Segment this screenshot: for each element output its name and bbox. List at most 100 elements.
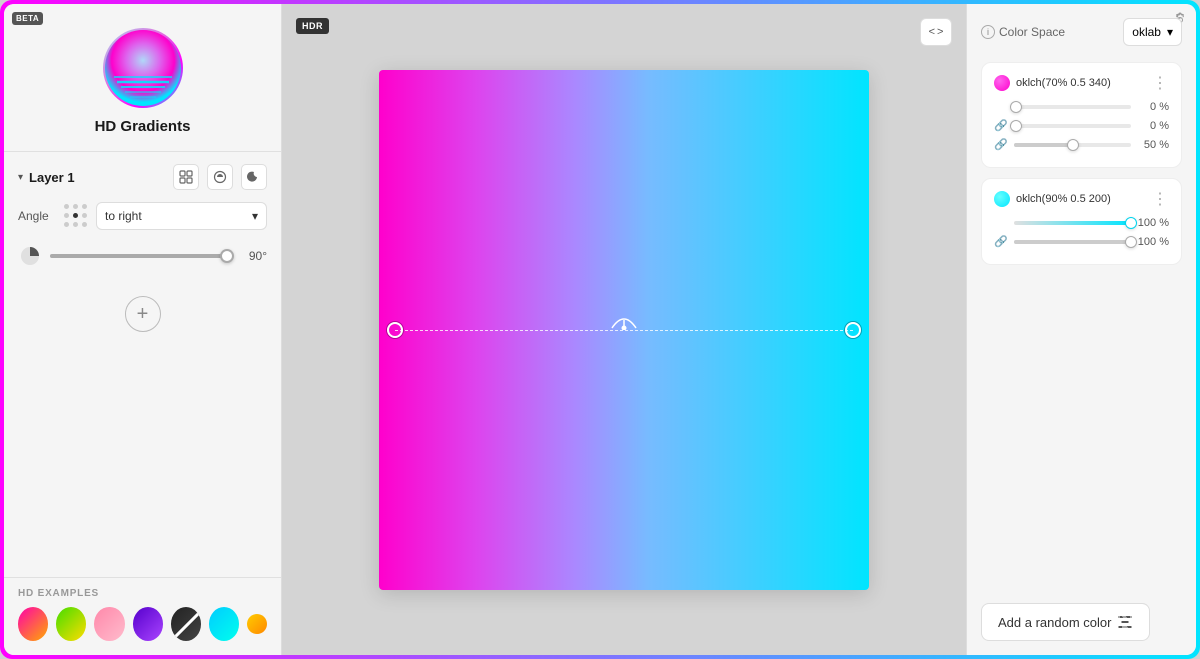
layer-name: Layer 1: [29, 170, 75, 185]
left-panel: BETA: [4, 4, 282, 655]
hd-examples-label: HD EXAMPLES: [18, 588, 267, 599]
logo-section: HD Gradients: [4, 4, 281, 152]
color-dot-2[interactable]: [994, 191, 1010, 207]
color-slider-row-1-3: 🔗 50 %: [994, 138, 1169, 151]
link-icon-1: 🔗: [994, 119, 1008, 132]
circle-icon-btn[interactable]: [207, 164, 233, 190]
color-dot-1[interactable]: [994, 75, 1010, 91]
color-stop-menu-2[interactable]: ⋮: [1152, 189, 1169, 209]
color-slider-1-2[interactable]: [1014, 124, 1131, 128]
layer-title-group: ▾ Layer 1: [18, 170, 75, 185]
hdr-badge: HDR: [296, 18, 329, 34]
color-space-header: i Color Space oklab ▾: [981, 18, 1182, 46]
app-logo: [103, 28, 183, 108]
color-slider-row-2-2: 🔗 100 %: [994, 235, 1169, 248]
color-slider-row-2-1: 100 %: [994, 217, 1169, 229]
layer-collapse-arrow[interactable]: ▾: [18, 172, 23, 183]
add-layer-button[interactable]: +: [125, 296, 161, 332]
info-icon[interactable]: i: [981, 25, 995, 39]
color-space-label: Color Space: [999, 25, 1065, 39]
moon-icon: [247, 170, 261, 184]
color-dot-group-1: oklch(70% 0.5 340): [994, 75, 1111, 91]
main-container: BETA: [4, 4, 1196, 655]
color-slider-2-2[interactable]: [1014, 240, 1131, 244]
color-space-label-group: i Color Space: [981, 25, 1065, 39]
layer-header: ▾ Layer 1: [18, 164, 267, 190]
layer-section: ▾ Layer 1: [4, 152, 281, 577]
app-title: HD Gradients: [95, 118, 191, 135]
right-panel: i Color Space oklab ▾ oklch(70% 0.5 340)…: [966, 4, 1196, 655]
link-icon-2: 🔗: [994, 235, 1008, 248]
center-canvas: HDR < >: [282, 4, 966, 655]
pie-angle-icon: [18, 244, 42, 268]
color-slider-1-1[interactable]: [1014, 105, 1131, 109]
grid-icon: [179, 170, 193, 184]
color-stop-header-2: oklch(90% 0.5 200) ⋮: [994, 189, 1169, 209]
color-space-chevron: ▾: [1167, 25, 1173, 39]
dot-tc: [73, 204, 78, 209]
dot-bc: [73, 222, 78, 227]
moon-icon-btn[interactable]: [241, 164, 267, 190]
angle-slider-row: 90°: [18, 244, 267, 268]
diagonal-example-icon: [171, 607, 201, 641]
add-button-row: +: [18, 280, 267, 348]
example-circle-5[interactable]: [171, 607, 201, 641]
color-slider-1-3[interactable]: [1014, 143, 1131, 147]
direction-value: to right: [105, 209, 142, 223]
nav-toggle-button[interactable]: < >: [920, 18, 952, 46]
hd-examples-section: HD EXAMPLES: [4, 577, 281, 655]
example-circle-2[interactable]: [56, 607, 86, 641]
logo-svg: [103, 28, 183, 108]
color-dot-group-2: oklch(90% 0.5 200): [994, 191, 1111, 207]
angle-row: Angle to right: [18, 202, 267, 230]
angle-value: 90°: [235, 249, 267, 263]
dot-br: [82, 222, 87, 227]
example-circle-6[interactable]: [209, 607, 239, 641]
slider-percent-1-1: 0 %: [1137, 101, 1169, 113]
midpoint-arc-icon: [610, 308, 638, 330]
example-circle-4[interactable]: [133, 607, 163, 641]
grid-icon-btn[interactable]: [173, 164, 199, 190]
angle-slider[interactable]: [50, 254, 227, 258]
gradient-handle-right[interactable]: [845, 322, 861, 338]
slider-percent-1-3: 50 %: [1137, 139, 1169, 151]
color-space-selected: oklab: [1132, 25, 1161, 39]
color-stop-menu-1[interactable]: ⋮: [1152, 73, 1169, 93]
nav-left-icon: <: [929, 26, 935, 38]
random-icon: [1117, 614, 1133, 630]
example-circle-1[interactable]: [18, 607, 48, 641]
dot-mc: [73, 213, 78, 218]
color-slider-2-1[interactable]: [1014, 221, 1131, 225]
link-icon-1b: 🔗: [994, 138, 1008, 151]
color-space-dropdown[interactable]: oklab ▾: [1123, 18, 1182, 46]
gradient-preview[interactable]: [379, 70, 869, 590]
midpoint-handle[interactable]: [610, 308, 638, 335]
dot-tl: [64, 204, 69, 209]
example-circle-3[interactable]: [94, 607, 124, 641]
angle-label: Angle: [18, 209, 56, 223]
dot-mr: [82, 213, 87, 218]
color-stop-card-2: oklch(90% 0.5 200) ⋮ 100 % 🔗: [981, 178, 1182, 265]
add-random-section: Add a random color: [981, 587, 1182, 641]
example-circles: [18, 607, 267, 641]
nav-right-icon: >: [937, 26, 943, 38]
color-stop-card-1: oklch(70% 0.5 340) ⋮ 0 % 🔗: [981, 62, 1182, 168]
slider-percent-1-2: 0 %: [1137, 120, 1169, 132]
color-slider-row-1-1: 0 %: [994, 101, 1169, 113]
dot-ml: [64, 213, 69, 218]
color-stop-value-1: oklch(70% 0.5 340): [1016, 77, 1111, 89]
example-circle-7[interactable]: [247, 614, 267, 634]
dot-grid[interactable]: [64, 204, 88, 228]
direction-dropdown[interactable]: to right ▾: [96, 202, 267, 230]
slider-percent-2-1: 100 %: [1137, 217, 1169, 229]
slider-percent-2-2: 100 %: [1137, 236, 1169, 248]
color-stop-value-2: oklch(90% 0.5 200): [1016, 193, 1111, 205]
circle-icon: [213, 170, 227, 184]
add-random-label: Add a random color: [998, 615, 1111, 630]
add-random-color-button[interactable]: Add a random color: [981, 603, 1150, 641]
layer-icons: [173, 164, 267, 190]
color-stop-header-1: oklch(70% 0.5 340) ⋮: [994, 73, 1169, 93]
beta-badge: BETA: [12, 12, 43, 25]
dot-bl: [64, 222, 69, 227]
gradient-handle-left[interactable]: [387, 322, 403, 338]
